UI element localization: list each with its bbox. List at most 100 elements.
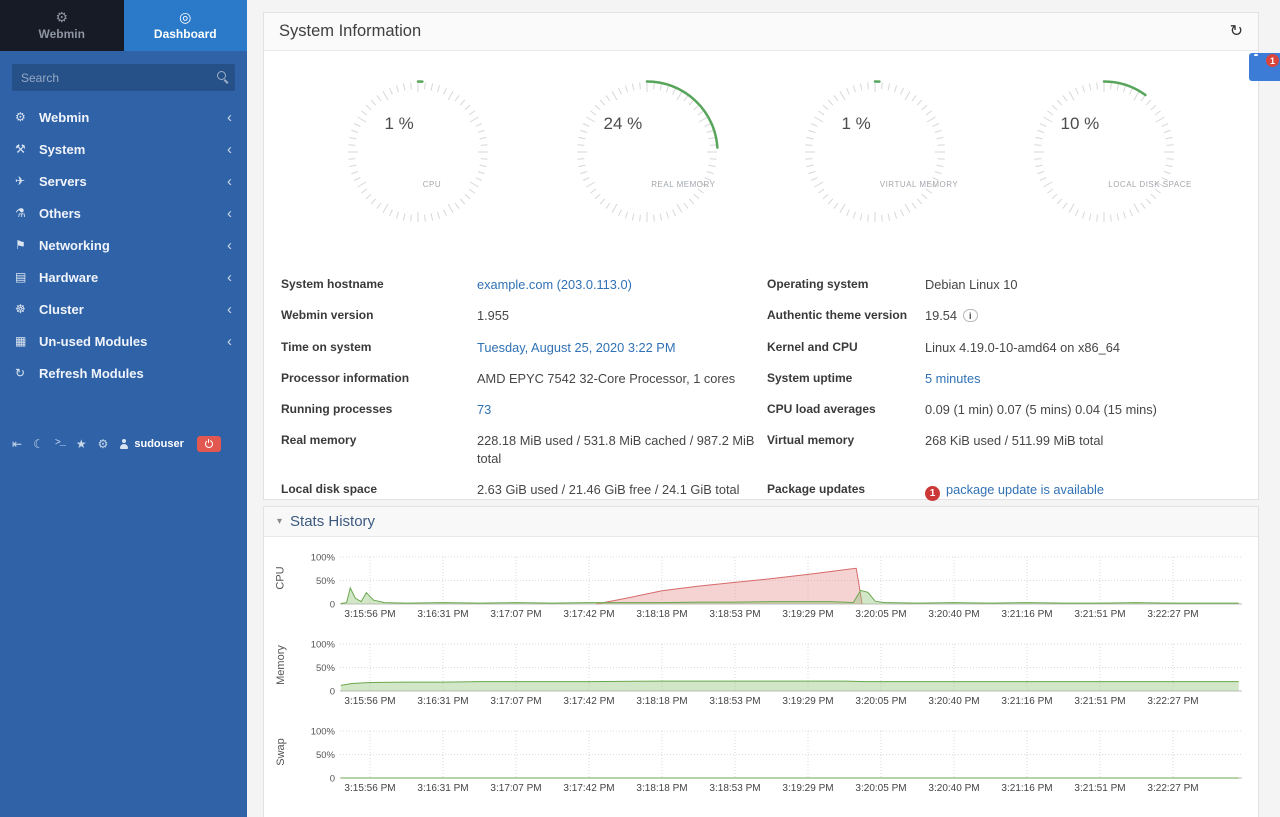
info-value: 73: [477, 394, 767, 425]
stats-history-header[interactable]: ▾ Stats History: [264, 507, 1258, 537]
sidebar-item-refresh-modules[interactable]: ↻ Refresh Modules: [0, 357, 247, 389]
running-processes-link[interactable]: 73: [477, 402, 491, 417]
cluster-icon: ☸: [15, 302, 39, 316]
system-uptime-link[interactable]: 5 minutes: [925, 371, 980, 386]
refresh-button[interactable]: ↻: [1230, 24, 1243, 40]
refresh-icon: ↻: [15, 366, 39, 380]
search-input[interactable]: [12, 64, 235, 91]
stats-charts: CPU 100%50%03:15:56 PM3:16:31 PM3:17:07 …: [264, 537, 1258, 810]
svg-text:50%: 50%: [316, 576, 336, 587]
chevron-left-icon: ‹: [227, 206, 232, 221]
package-update-badge: 1: [925, 486, 940, 501]
gauge-label: VIRTUAL MEMORY: [880, 180, 958, 189]
gauge-dial: [800, 77, 950, 232]
chevron-left-icon: ‹: [227, 238, 232, 253]
chevron-left-icon: ‹: [227, 270, 232, 285]
info-value: 2.63 GiB used / 21.46 GiB free / 24.1 Gi…: [477, 474, 767, 508]
collapse-triangle-icon: ▾: [277, 516, 282, 527]
hostname-link[interactable]: example.com (203.0.113.0): [477, 277, 632, 292]
stats-chart-swap: Swap 100%50%03:15:56 PM3:16:31 PM3:17:07…: [270, 723, 1250, 810]
info-label: Webmin version: [281, 300, 477, 331]
terminal-icon[interactable]: >_: [55, 439, 65, 449]
gauge-cpu: 1 % CPU: [343, 77, 493, 227]
chevron-left-icon: ‹: [227, 142, 232, 157]
page-title: System Information: [279, 22, 1230, 41]
info-label: Time on system: [281, 332, 477, 363]
info-value: Debian Linux 10: [925, 269, 1242, 300]
svg-text:100%: 100%: [311, 553, 336, 564]
logout-button[interactable]: [197, 436, 221, 452]
package-update-link[interactable]: package update is available: [946, 482, 1104, 497]
sidebar-item-hardware[interactable]: ▤ Hardware ‹: [0, 261, 247, 293]
info-value: 228.18 MiB used / 531.8 MiB cached / 987…: [477, 425, 767, 474]
svg-text:0: 0: [330, 600, 335, 611]
time-on-system-link[interactable]: Tuesday, August 25, 2020 3:22 PM: [477, 340, 675, 355]
memory-usage-chart: 100%50%03:15:56 PM3:16:31 PM3:17:07 PM3:…: [292, 636, 1244, 723]
info-value: 1.955: [477, 300, 767, 331]
tab-webmin[interactable]: ⚙ Webmin: [0, 0, 124, 51]
svg-text:50%: 50%: [316, 750, 336, 761]
sidebar-item-servers[interactable]: ✈ Servers ‹: [0, 165, 247, 197]
info-label: System uptime: [767, 363, 925, 394]
favorites-icon[interactable]: ★: [76, 438, 87, 450]
sidebar-item-cluster[interactable]: ☸ Cluster ‹: [0, 293, 247, 325]
svg-text:3:21:51 PM: 3:21:51 PM: [1074, 783, 1125, 794]
user-menu[interactable]: sudouser: [119, 438, 184, 450]
tab-dashboard[interactable]: ◎ Dashboard: [124, 0, 248, 51]
sidebar-item-others[interactable]: ⚗ Others ‹: [0, 197, 247, 229]
tools-icon: ⚒: [15, 142, 39, 156]
svg-text:3:19:29 PM: 3:19:29 PM: [782, 609, 833, 620]
night-mode-icon[interactable]: ☾: [33, 438, 44, 450]
svg-text:3:16:31 PM: 3:16:31 PM: [417, 609, 468, 620]
gauge-value: 24 %: [572, 114, 643, 134]
svg-text:0: 0: [330, 687, 335, 698]
gauge-dial: [1029, 77, 1179, 232]
svg-text:3:22:27 PM: 3:22:27 PM: [1147, 783, 1198, 794]
info-value: example.com (203.0.113.0): [477, 269, 767, 300]
svg-text:100%: 100%: [311, 727, 336, 738]
info-label: Processor information: [281, 363, 477, 394]
sidebar-item-networking[interactable]: ⚑ Networking ‹: [0, 229, 247, 261]
collapse-sidebar-icon[interactable]: ⇤: [12, 438, 22, 450]
cpu-usage-chart: 100%50%03:15:56 PM3:16:31 PM3:17:07 PM3:…: [292, 549, 1244, 636]
svg-text:3:20:05 PM: 3:20:05 PM: [855, 696, 906, 707]
notification-count-badge: 1: [1266, 54, 1279, 67]
sidebar-item-unused-modules[interactable]: ▦ Un-used Modules ‹: [0, 325, 247, 357]
gauge-value: 1 %: [343, 114, 414, 134]
chevron-left-icon: ‹: [227, 302, 232, 317]
webmin-logo-icon: ⚙: [55, 10, 68, 24]
settings-icon[interactable]: ⚙: [98, 438, 109, 450]
sidebar: ⚙ Webmin ◎ Dashboard ⚙ Webmin ‹ ⚒ System…: [0, 0, 247, 817]
svg-text:3:22:27 PM: 3:22:27 PM: [1147, 696, 1198, 707]
gauge-dial: [572, 77, 722, 232]
notifications-toggle[interactable]: 1: [1249, 53, 1280, 81]
sidebar-item-system[interactable]: ⚒ System ‹: [0, 133, 247, 165]
gauge-real-memory: 24 % REAL MEMORY: [572, 77, 722, 227]
gauge-value: 1 %: [800, 114, 871, 134]
sidebar-item-webmin[interactable]: ⚙ Webmin ‹: [0, 101, 247, 133]
swap-usage-chart: 100%50%03:15:56 PM3:16:31 PM3:17:07 PM3:…: [292, 723, 1244, 810]
gauge-local-disk: 10 % LOCAL DISK SPACE: [1029, 77, 1179, 227]
svg-text:3:17:07 PM: 3:17:07 PM: [490, 696, 541, 707]
info-value: AMD EPYC 7542 32-Core Processor, 1 cores: [477, 363, 767, 394]
svg-text:3:20:40 PM: 3:20:40 PM: [928, 609, 979, 620]
svg-text:3:22:27 PM: 3:22:27 PM: [1147, 609, 1198, 620]
gear-icon: ⚙: [15, 110, 39, 124]
gauge-label: CPU: [423, 180, 441, 189]
wrench-icon: ⚗: [15, 206, 39, 220]
info-label: Package updates: [767, 474, 925, 508]
stats-chart-cpu: CPU 100%50%03:15:56 PM3:16:31 PM3:17:07 …: [270, 549, 1250, 636]
gauge-label: REAL MEMORY: [651, 180, 715, 189]
svg-text:3:17:42 PM: 3:17:42 PM: [563, 783, 614, 794]
chart-axis-label: Memory: [270, 636, 292, 694]
theme-info-badge[interactable]: i: [963, 309, 978, 322]
info-value: 268 KiB used / 511.99 MiB total: [925, 425, 1242, 474]
svg-text:3:18:18 PM: 3:18:18 PM: [636, 609, 687, 620]
info-label: Real memory: [281, 425, 477, 474]
gauge-dial: [343, 77, 493, 232]
svg-text:3:21:51 PM: 3:21:51 PM: [1074, 696, 1125, 707]
svg-text:50%: 50%: [316, 663, 336, 674]
sidebar-tabs: ⚙ Webmin ◎ Dashboard: [0, 0, 247, 51]
svg-text:3:18:18 PM: 3:18:18 PM: [636, 696, 687, 707]
svg-text:3:20:40 PM: 3:20:40 PM: [928, 696, 979, 707]
